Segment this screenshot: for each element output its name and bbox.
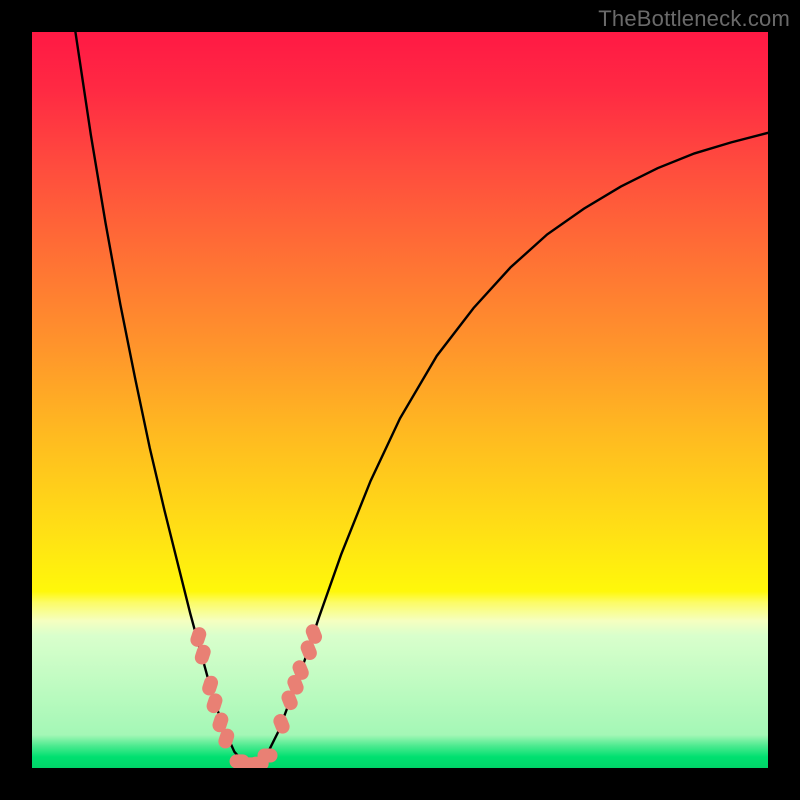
curve-layer bbox=[32, 32, 768, 768]
curve-markers bbox=[189, 622, 325, 768]
curve-marker bbox=[271, 712, 291, 736]
chart-frame: TheBottleneck.com bbox=[0, 0, 800, 800]
bottleneck-curve bbox=[75, 32, 768, 764]
curve-marker bbox=[258, 748, 278, 762]
watermark-text: TheBottleneck.com bbox=[598, 6, 790, 32]
plot-area bbox=[32, 32, 768, 768]
